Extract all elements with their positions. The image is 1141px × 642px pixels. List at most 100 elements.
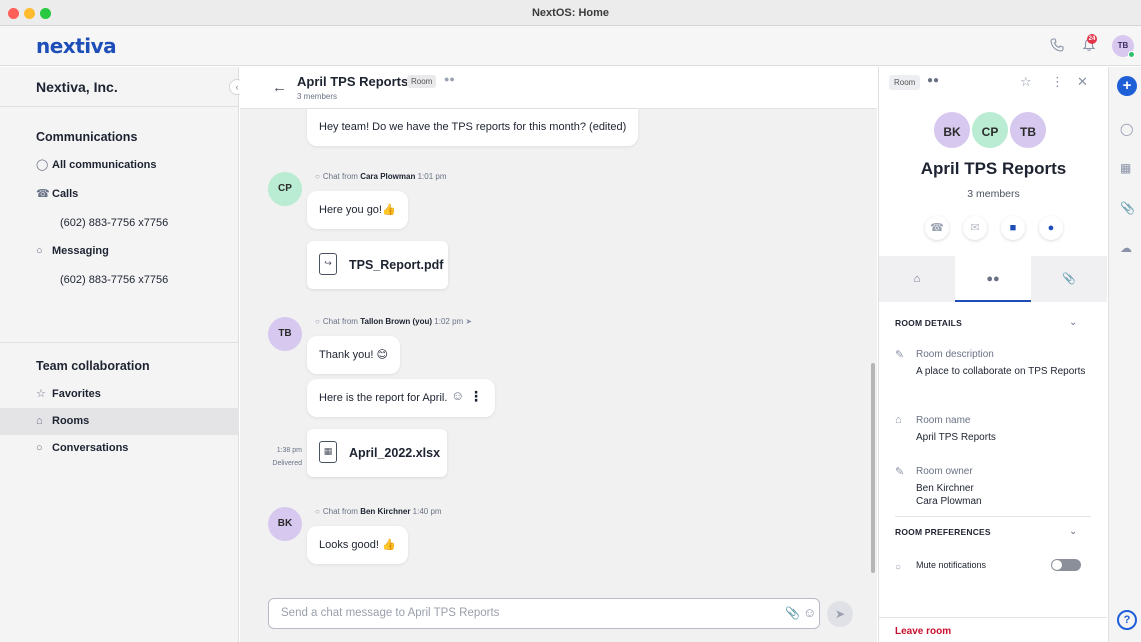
- room-description-value: A place to collaborate on TPS Reports: [916, 366, 1086, 377]
- chat-input-placeholder: Send a chat message to April TPS Reports: [281, 607, 500, 619]
- chevron-down-icon[interactable]: ⌄: [1069, 317, 1077, 328]
- chat-icon: ○: [315, 172, 320, 181]
- message-meta: ○ Chat from Ben Kirchner 1:40 pm: [315, 507, 442, 516]
- presence-indicator: [1128, 51, 1135, 58]
- details-tabs: ⌂ ●● 📎: [879, 256, 1107, 302]
- thumbs-up-emoji: 👍: [382, 539, 396, 551]
- conversations-icon: ○: [36, 442, 43, 454]
- avatar[interactable]: BK: [268, 507, 302, 541]
- attach-icon[interactable]: 📎: [785, 606, 800, 620]
- window-titlebar: NextOS: Home: [0, 0, 1141, 26]
- chat-panel: ← April TPS Reports Room ●● 3 members He…: [240, 67, 877, 642]
- emoji-icon[interactable]: ☺: [803, 605, 816, 620]
- pdf-file-icon: ↪: [319, 253, 337, 275]
- sidebar-item-label: Rooms: [52, 415, 90, 427]
- room-owner-value: Ben Kirchner: [916, 483, 974, 494]
- send-button[interactable]: ➤: [827, 601, 853, 627]
- chat-scrollbar[interactable]: [871, 363, 875, 573]
- email-button[interactable]: ✉: [963, 216, 987, 240]
- mute-notifications-toggle[interactable]: [1051, 559, 1081, 571]
- thumbs-up-emoji: 👍: [381, 204, 396, 216]
- room-tag: Room: [407, 75, 437, 88]
- back-arrow-icon[interactable]: ←: [272, 79, 287, 96]
- phone-icon: ☎: [36, 188, 50, 200]
- phone-icon[interactable]: [1048, 38, 1066, 56]
- leave-room-button[interactable]: Leave room: [895, 626, 951, 637]
- section-divider: [895, 516, 1091, 517]
- sidebar-item-label: Messaging: [52, 245, 109, 257]
- section-divider: [879, 617, 1107, 618]
- sidebar-calls-number[interactable]: (602) 883-7756 x7756: [60, 217, 168, 229]
- message-bubble: Here is the report for April.: [307, 379, 495, 417]
- cloud-icon[interactable]: ☁: [1120, 241, 1132, 255]
- room-owner-value: Cara Plowman: [916, 496, 982, 507]
- room-details-heading: ROOM DETAILS: [895, 318, 962, 328]
- sidebar-messaging-number[interactable]: (602) 883-7756 x7756: [60, 274, 168, 286]
- contacts-icon[interactable]: ◯: [1120, 122, 1133, 136]
- sender-name[interactable]: Ben Kirchner: [360, 507, 410, 516]
- message-bubble: Hey team! Do we have the TPS reports for…: [307, 109, 639, 146]
- avatar[interactable]: BK: [932, 110, 972, 150]
- sidebar-item-favorites[interactable]: ☆ Favorites: [36, 385, 236, 403]
- message-bubble: Thank you! 😊: [307, 336, 400, 374]
- avatar[interactable]: TB: [1008, 110, 1048, 150]
- smile-emoji: 😊: [376, 349, 388, 361]
- message-meta: ○ Chat from Tallon Brown (you) 1:02 pm ➤: [315, 317, 473, 326]
- close-icon[interactable]: ✕: [1077, 74, 1088, 90]
- favorite-star-icon[interactable]: ☆: [1020, 74, 1032, 90]
- chat-icon: ○: [315, 507, 320, 516]
- edit-icon[interactable]: ✎: [895, 465, 904, 478]
- tab-members[interactable]: ●●: [955, 256, 1031, 302]
- sidebar-item-label: All communications: [52, 159, 157, 171]
- help-icon[interactable]: ?: [1117, 610, 1137, 630]
- sender-name[interactable]: Cara Plowman: [360, 172, 415, 181]
- notification-badge: 24: [1087, 34, 1097, 44]
- avatar[interactable]: CP: [268, 172, 302, 206]
- room-description-label: Room description: [916, 349, 994, 360]
- video-button[interactable]: ■: [1001, 216, 1025, 240]
- mute-bell-icon: ○: [895, 562, 902, 573]
- edit-icon[interactable]: ✎: [895, 348, 904, 361]
- room-details-panel: Room ●● ☆ ⋮ ✕ BK CP TB April TPS Reports…: [878, 67, 1107, 642]
- sidebar-item-conversations[interactable]: ○ Conversations: [36, 439, 236, 457]
- attachment-icon[interactable]: 📎: [1120, 201, 1135, 215]
- window-title: NextOS: Home: [531, 7, 610, 19]
- chat-bubble-icon: ○: [36, 245, 43, 257]
- members-icon: ●●: [927, 75, 940, 86]
- sent-icon: ➤: [465, 317, 473, 326]
- chat-message-input[interactable]: Send a chat message to April TPS Reports…: [268, 598, 820, 629]
- sidebar-item-all-communications[interactable]: ◯ All communications: [36, 156, 236, 174]
- communications-heading: Communications: [36, 130, 138, 144]
- call-button[interactable]: ☎: [925, 216, 949, 240]
- file-name: TPS_Report.pdf: [349, 258, 444, 272]
- room-tag: Room: [889, 75, 921, 90]
- more-options-icon[interactable]: ⋮: [469, 388, 483, 405]
- sidebar-item-label: Calls: [52, 188, 79, 200]
- star-icon: ☆: [36, 388, 46, 400]
- chevron-down-icon[interactable]: ⌄: [1069, 526, 1077, 537]
- sidebar-item-label: Conversations: [52, 442, 129, 454]
- spreadsheet-file-icon: ▦: [319, 441, 337, 463]
- file-name: April_2022.xlsx: [349, 446, 441, 460]
- tab-attachments[interactable]: 📎: [1031, 256, 1107, 302]
- team-collaboration-heading: Team collaboration: [36, 359, 150, 373]
- sidebar-item-messaging[interactable]: ○ Messaging: [36, 242, 236, 260]
- sidebar-item-rooms[interactable]: ⌂ Rooms: [36, 412, 236, 430]
- nextiva-logo[interactable]: nextiva: [36, 34, 117, 58]
- sidebar-item-calls[interactable]: ☎ Calls: [36, 185, 236, 203]
- building-icon: ⌂: [36, 415, 43, 427]
- more-options-icon[interactable]: ⋮: [1051, 74, 1064, 90]
- file-attachment[interactable]: ▦ April_2022.xlsx: [307, 429, 447, 477]
- avatar[interactable]: CP: [970, 110, 1010, 150]
- avatar[interactable]: TB: [268, 317, 302, 351]
- sender-name[interactable]: Tallon Brown (you): [360, 317, 432, 326]
- tab-room-details[interactable]: ⌂: [879, 256, 955, 302]
- add-button[interactable]: +: [1117, 76, 1137, 96]
- room-name-label: Room name: [916, 415, 971, 426]
- file-attachment[interactable]: ↪ TPS_Report.pdf: [307, 241, 448, 289]
- calendar-icon[interactable]: ▦: [1120, 161, 1131, 175]
- add-reaction-icon[interactable]: ☺: [451, 388, 464, 403]
- chat-button[interactable]: ●: [1039, 216, 1063, 240]
- building-icon: ⌂: [895, 414, 902, 426]
- toggle-knob: [1052, 560, 1062, 570]
